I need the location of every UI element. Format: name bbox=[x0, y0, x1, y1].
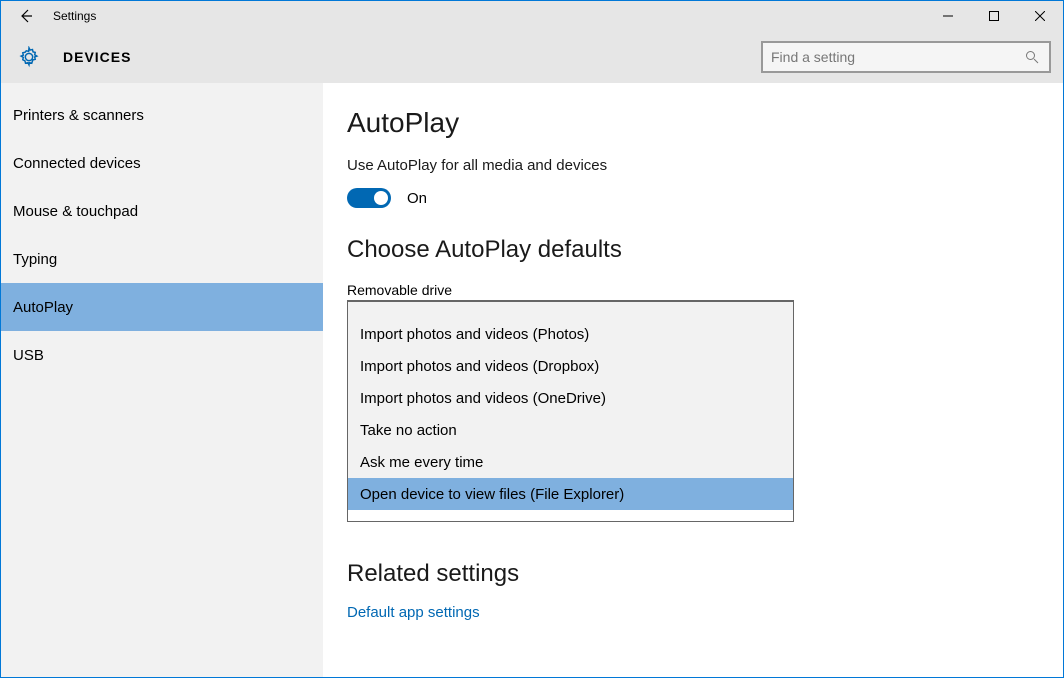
window-controls bbox=[925, 1, 1063, 31]
dropdown-spacer bbox=[347, 302, 794, 318]
titlebar: Settings bbox=[1, 1, 1063, 31]
autoplay-toggle-label: Use AutoPlay for all media and devices bbox=[347, 157, 1063, 174]
sidebar-item-printers[interactable]: Printers & scanners bbox=[1, 91, 323, 139]
dropdown-option[interactable]: Ask me every time bbox=[347, 446, 794, 478]
gear-icon[interactable] bbox=[17, 46, 41, 68]
back-button[interactable] bbox=[9, 1, 43, 31]
gear-icon-svg bbox=[18, 46, 40, 68]
back-arrow-icon bbox=[18, 8, 34, 24]
maximize-button[interactable] bbox=[971, 1, 1017, 31]
search-box[interactable] bbox=[761, 41, 1051, 73]
minimize-button[interactable] bbox=[925, 1, 971, 31]
sidebar-item-label: Typing bbox=[13, 251, 57, 268]
sidebar-item-connected-devices[interactable]: Connected devices bbox=[1, 139, 323, 187]
dropdown-option[interactable]: Import photos and videos (Dropbox) bbox=[347, 350, 794, 382]
sidebar-item-typing[interactable]: Typing bbox=[1, 235, 323, 283]
dropdown-option[interactable]: Take no action bbox=[347, 414, 794, 446]
maximize-icon bbox=[989, 11, 999, 21]
sidebar-item-label: AutoPlay bbox=[13, 299, 73, 316]
search-icon bbox=[1025, 50, 1041, 64]
section-title: DEVICES bbox=[63, 49, 131, 65]
settings-window: Settings DEVICES bbox=[0, 0, 1064, 678]
dropdown-option-label: Import photos and videos (Dropbox) bbox=[360, 358, 599, 375]
close-icon bbox=[1035, 11, 1045, 21]
sidebar-item-label: Connected devices bbox=[13, 155, 141, 172]
defaults-heading: Choose AutoPlay defaults bbox=[347, 236, 1063, 264]
sidebar-item-label: Mouse & touchpad bbox=[13, 203, 138, 220]
close-button[interactable] bbox=[1017, 1, 1063, 31]
toggle-row: On bbox=[347, 188, 1063, 208]
dropdown-bottom-border bbox=[347, 510, 794, 522]
sidebar: Printers & scanners Connected devices Mo… bbox=[1, 83, 323, 677]
search-input[interactable] bbox=[771, 49, 1025, 65]
dropdown-option[interactable]: Import photos and videos (Photos) bbox=[347, 318, 794, 350]
window-title: Settings bbox=[53, 9, 96, 23]
content: AutoPlay Use AutoPlay for all media and … bbox=[323, 83, 1063, 677]
toggle-knob bbox=[374, 191, 388, 205]
dropdown-option[interactable]: Open device to view files (File Explorer… bbox=[347, 478, 794, 510]
autoplay-toggle[interactable] bbox=[347, 188, 391, 208]
sidebar-item-label: USB bbox=[13, 347, 44, 364]
body: Printers & scanners Connected devices Mo… bbox=[1, 83, 1063, 677]
removable-drive-dropdown[interactable]: Import photos and videos (Photos) Import… bbox=[347, 300, 794, 510]
page-heading: AutoPlay bbox=[347, 107, 1063, 139]
header: DEVICES bbox=[1, 31, 1063, 83]
sidebar-item-mouse-touchpad[interactable]: Mouse & touchpad bbox=[1, 187, 323, 235]
removable-drive-label: Removable drive bbox=[347, 282, 1063, 298]
sidebar-item-autoplay[interactable]: AutoPlay bbox=[1, 283, 323, 331]
dropdown-option-label: Import photos and videos (Photos) bbox=[360, 326, 589, 343]
dropdown-option-label: Take no action bbox=[360, 422, 457, 439]
sidebar-item-label: Printers & scanners bbox=[13, 107, 144, 124]
minimize-icon bbox=[943, 11, 953, 21]
toggle-state: On bbox=[407, 190, 427, 207]
dropdown-option-label: Open device to view files (File Explorer… bbox=[360, 486, 624, 503]
dropdown-option[interactable]: Import photos and videos (OneDrive) bbox=[347, 382, 794, 414]
dropdown-option-label: Ask me every time bbox=[360, 454, 483, 471]
dropdown-option-label: Import photos and videos (OneDrive) bbox=[360, 390, 606, 407]
related-heading: Related settings bbox=[347, 560, 1063, 588]
sidebar-item-usb[interactable]: USB bbox=[1, 331, 323, 379]
default-app-settings-link[interactable]: Default app settings bbox=[347, 604, 480, 621]
